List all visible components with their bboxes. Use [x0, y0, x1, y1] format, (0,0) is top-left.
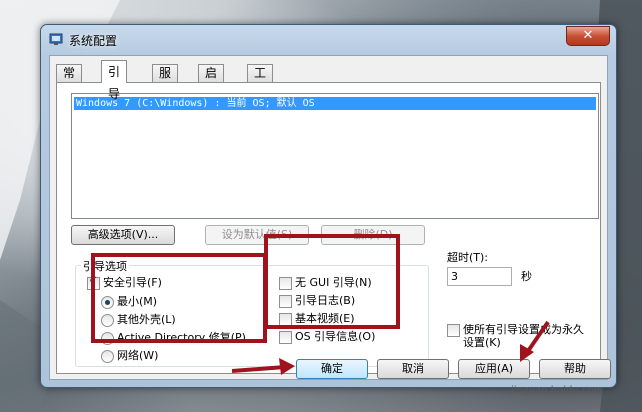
apply-button[interactable]: 应用(A) [458, 359, 530, 379]
title-bar[interactable]: 系统配置 ✕ [41, 25, 616, 53]
ok-button[interactable]: 确定 [296, 359, 368, 379]
tab-services[interactable]: 服务 [152, 64, 179, 97]
make-permanent-label-line2: 设置(K) [463, 336, 501, 349]
tab-tools[interactable]: 工具 [247, 64, 274, 97]
timeout-input[interactable]: 3 [447, 267, 512, 286]
window-title: 系统配置 [69, 34, 118, 48]
timeout-label: 超时(T): [447, 251, 489, 264]
close-button[interactable]: ✕ [566, 26, 610, 46]
cancel-button[interactable]: 取消 [377, 359, 449, 379]
network-radio[interactable] [101, 350, 114, 363]
network-label: 网络(W) [117, 349, 159, 362]
tab-boot[interactable]: 引导 [101, 60, 128, 101]
advanced-options-button[interactable]: 高级选项(V)... [71, 225, 175, 245]
tab-startup[interactable]: 启动 [198, 64, 225, 97]
os-boot-info-label: OS 引导信息(O) [295, 330, 376, 343]
timeout-unit: 秒 [521, 270, 532, 283]
tab-general[interactable]: 常规 [56, 64, 83, 97]
highlight-box-checkboxes [264, 234, 400, 329]
highlight-box-radios [91, 253, 267, 343]
make-permanent-label-line1: 使所有引导设置成为永久 [463, 323, 584, 336]
help-button[interactable]: 帮助 [539, 359, 611, 379]
make-permanent-checkbox[interactable] [447, 324, 460, 337]
watermark-text: jingyan.baidu.com [511, 385, 604, 396]
os-boot-info-checkbox[interactable] [279, 331, 292, 344]
os-list-item[interactable]: Windows 7 (C:\Windows) : 当前 OS; 默认 OS [74, 97, 596, 110]
system-config-icon [49, 33, 63, 45]
os-list[interactable]: Windows 7 (C:\Windows) : 当前 OS; 默认 OS [71, 93, 599, 219]
